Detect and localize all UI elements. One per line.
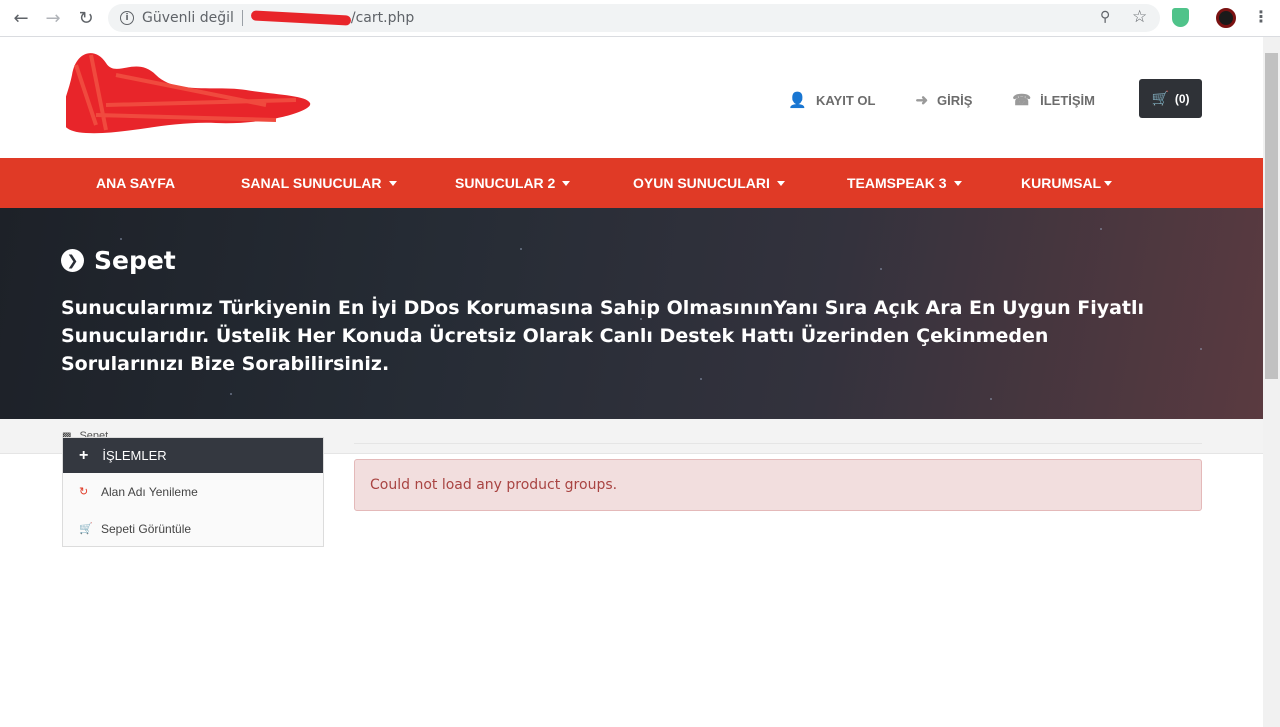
login-link[interactable]: ➜ GİRİŞ — [915, 91, 972, 109]
nav-item-home[interactable]: ANA SAYFA — [96, 175, 241, 191]
alert-message: Could not load any product groups. — [370, 477, 618, 493]
cart-count: (0) — [1174, 91, 1190, 106]
phone-icon: ☎ — [1012, 92, 1032, 109]
page-scrollbar[interactable] — [1263, 37, 1280, 727]
register-link[interactable]: 👤 KAYIT OL — [788, 91, 875, 109]
plus-icon: + — [79, 446, 89, 464]
page-banner: ❯ Sepet Sunucularımız Türkiyenin En İyi … — [0, 208, 1263, 419]
nav-label: KURUMSAL — [1021, 175, 1102, 191]
banner-text: Sunucularımız Türkiyenin En İyi DDos Kor… — [61, 297, 1145, 375]
caret-down-icon — [562, 180, 571, 186]
sidebar-title: İŞLEMLER — [102, 448, 167, 463]
nav-label: SUNUCULAR 2 — [455, 175, 556, 191]
profile-avatar[interactable] — [1216, 8, 1236, 28]
contact-label: İLETİŞİM — [1040, 92, 1095, 108]
info-icon[interactable]: i — [120, 11, 134, 25]
main-navigation: ANA SAYFA SANAL SUNUCULAR SUNUCULAR 2 OY… — [0, 158, 1263, 208]
error-alert: Could not load any product groups. — [354, 459, 1202, 511]
register-label: KAYIT OL — [815, 92, 876, 108]
nav-item-game-servers[interactable]: OYUN SUNUCULARI — [633, 175, 847, 191]
scrollbar-thumb[interactable] — [1265, 53, 1278, 379]
divider — [241, 10, 243, 26]
nav-label: ANA SAYFA — [96, 175, 176, 191]
sidebar-header: + İŞLEMLER — [63, 438, 323, 473]
sidebar-item-label: Sepeti Görüntüle — [101, 521, 192, 536]
forward-icon[interactable]: → — [42, 7, 64, 29]
refresh-icon: ↻ — [79, 486, 89, 498]
page-title: ❯ Sepet — [61, 246, 176, 275]
nav-item-virtual-servers[interactable]: SANAL SUNUCULAR — [241, 175, 455, 191]
cart-icon: 🛒 — [1151, 90, 1169, 106]
divider — [354, 443, 1202, 444]
page-title-text: Sepet — [94, 246, 176, 275]
chevron-right-icon: ❯ — [61, 249, 84, 272]
browser-toolbar: ← → ↻ i Güvenli değil /cart.php ⚲ ☆ ⋮ — [0, 0, 1280, 37]
back-icon[interactable]: ← — [10, 7, 32, 29]
security-label: Güvenli değil — [142, 10, 234, 26]
caret-down-icon — [1104, 180, 1113, 186]
menu-icon[interactable]: ⋮ — [1253, 7, 1269, 26]
nav-item-teamspeak[interactable]: TEAMSPEAK 3 — [847, 175, 1021, 191]
nav-item-servers-2[interactable]: SUNUCULAR 2 — [455, 175, 633, 191]
sidebar-item-label: Alan Adı Yenileme — [101, 484, 198, 499]
reload-icon[interactable]: ↻ — [75, 7, 97, 29]
sidebar-item-domain-renewal[interactable]: ↻ Alan Adı Yenileme — [63, 473, 323, 510]
sign-in-icon: ➜ — [915, 92, 929, 109]
key-icon[interactable]: ⚲ — [1100, 9, 1110, 25]
site-logo[interactable] — [66, 45, 312, 137]
url-path: /cart.php — [350, 10, 415, 26]
nav-item-corporate[interactable]: KURUMSAL — [1021, 175, 1113, 191]
sidebar-item-view-cart[interactable]: 🛒 Sepeti Görüntüle — [63, 510, 323, 547]
star-icon[interactable]: ☆ — [1132, 7, 1147, 27]
contact-link[interactable]: ☎ İLETİŞİM — [1012, 91, 1095, 109]
nav-label: TEAMSPEAK 3 — [847, 175, 947, 191]
redacted-domain — [250, 10, 352, 26]
site-header: 👤 KAYIT OL ➜ GİRİŞ ☎ İLETİŞİM 🛒 (0) — [0, 37, 1263, 158]
caret-down-icon — [388, 180, 397, 186]
caret-down-icon — [953, 180, 962, 186]
nav-label: OYUN SUNUCULARI — [633, 175, 770, 191]
caret-down-icon — [776, 180, 785, 186]
cart-icon: 🛒 — [79, 523, 93, 535]
cart-button[interactable]: 🛒 (0) — [1139, 79, 1202, 118]
nav-label: SANAL SUNUCULAR — [241, 175, 382, 191]
header-links: 👤 KAYIT OL ➜ GİRİŞ ☎ İLETİŞİM — [788, 91, 1095, 109]
page-content: 👤 KAYIT OL ➜ GİRİŞ ☎ İLETİŞİM 🛒 (0) ANA … — [0, 37, 1263, 727]
address-bar[interactable]: i Güvenli değil /cart.php — [108, 4, 1160, 32]
shield-extension-icon[interactable] — [1172, 8, 1189, 27]
login-label: GİRİŞ — [937, 92, 973, 108]
sidebar-panel: + İŞLEMLER ↻ Alan Adı Yenileme 🛒 Sepeti … — [62, 437, 324, 547]
user-plus-icon: 👤 — [788, 92, 807, 109]
